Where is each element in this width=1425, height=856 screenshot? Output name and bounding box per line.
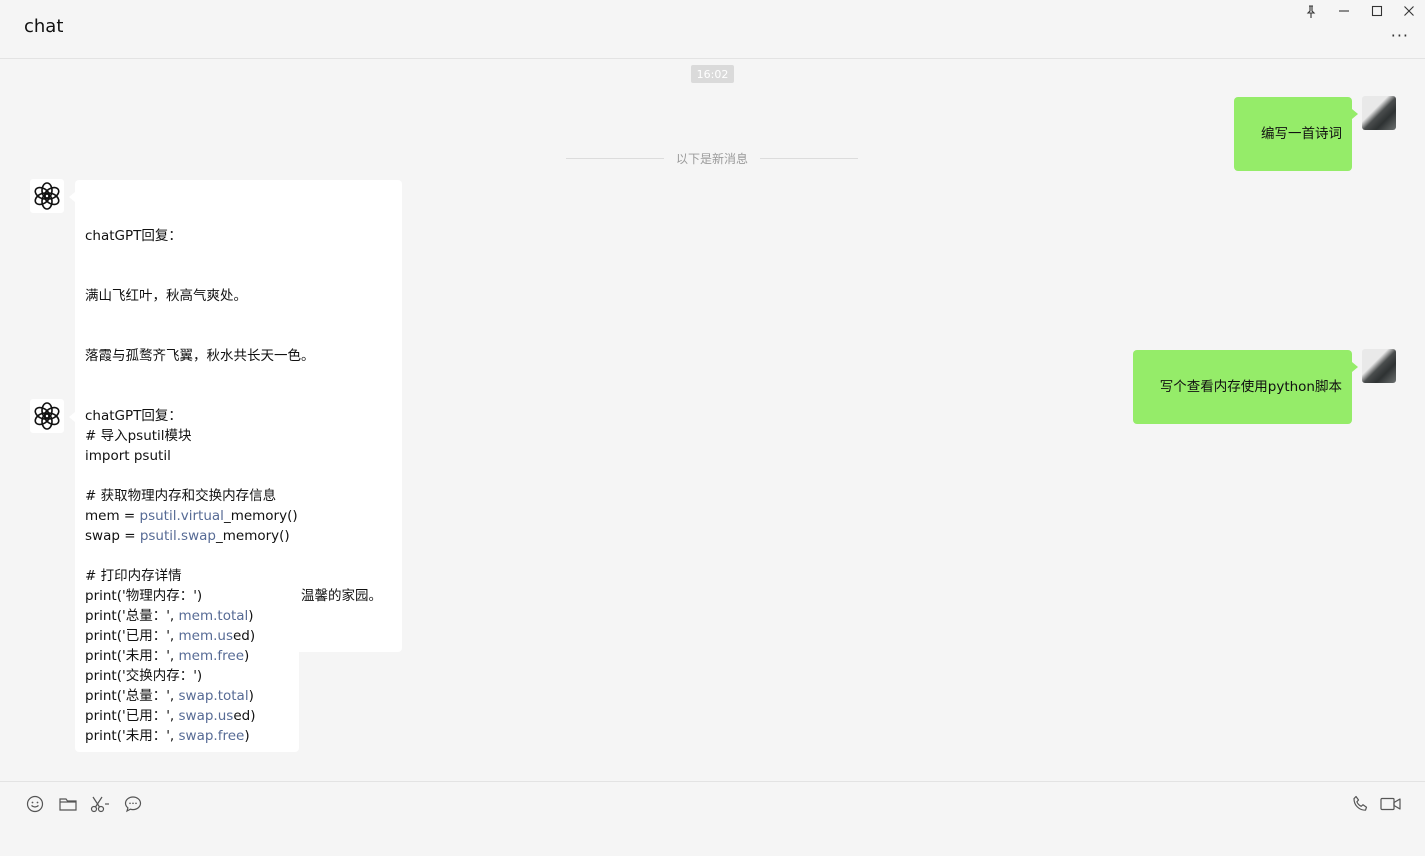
emoji-icon[interactable] (25, 794, 45, 814)
phone-icon[interactable] (1351, 794, 1371, 814)
timestamp-badge: 16:02 (691, 65, 734, 83)
code-link[interactable]: swap.us (179, 708, 234, 724)
code-line: swap = psutil.swap_memory() (85, 528, 290, 544)
chat-bubble-icon[interactable] (123, 794, 143, 814)
message-text: 写个查看内存使用python脚本 (1159, 379, 1342, 395)
code-link[interactable]: psutil.virtual (140, 508, 224, 524)
new-messages-divider: 以下是新消息 (566, 149, 858, 167)
code-link[interactable]: mem.free (179, 648, 245, 664)
code-line: chatGPT回复： (85, 408, 182, 424)
code-line: print('物理内存：') (85, 588, 203, 604)
code-line: # 获取物理内存和交换内存信息 (85, 488, 277, 504)
code-link[interactable]: mem.total (179, 608, 249, 624)
code-link[interactable]: mem.us (179, 628, 234, 644)
code-line: print('未用：', swap.free) (85, 728, 250, 744)
code-line: print('交换内存：') (85, 668, 203, 684)
scissors-icon[interactable] (90, 794, 110, 814)
user-avatar[interactable] (1362, 96, 1396, 130)
user-avatar[interactable] (1362, 349, 1396, 383)
video-icon[interactable] (1380, 794, 1402, 814)
my-message-bubble[interactable]: 写个查看内存使用python脚本 (1132, 350, 1359, 424)
message-list[interactable]: 16:02 编写一首诗词 以下是新消息 chatGPT回复： 满山飞红叶，秋高气… (0, 59, 1425, 781)
openai-logo-icon (34, 182, 60, 210)
maximize-icon[interactable] (1367, 2, 1387, 20)
code-line: # 导入psutil模块 (85, 428, 192, 444)
chat-title: chat (24, 16, 64, 37)
minimize-icon[interactable] (1334, 2, 1354, 20)
code-link[interactable]: swap.total (179, 688, 249, 704)
close-icon[interactable] (1399, 2, 1419, 20)
code-line: print('总量：', mem.total) (85, 608, 254, 624)
bot-message-bubble[interactable]: chatGPT回复： # 导入psutil模块 import psutil # 获取… (69, 400, 299, 752)
code-line: print('已用：', swap.used) (85, 708, 256, 724)
folder-icon[interactable] (58, 794, 78, 814)
message-text: 编写一首诗词 (1261, 126, 1342, 142)
code-line: print('未用：', mem.free) (85, 648, 250, 664)
code-line: mem = psutil.virtual_memory() (85, 508, 298, 524)
divider-line (760, 158, 858, 159)
my-message-bubble[interactable]: 编写一首诗词 (1233, 97, 1359, 171)
code-line: print('已用：', mem.used) (85, 628, 256, 644)
chatgpt-avatar[interactable] (30, 179, 64, 213)
code-line: # 打印内存详情 (85, 568, 182, 584)
chatgpt-avatar[interactable] (30, 399, 64, 433)
code-link[interactable]: psutil.swap (140, 528, 216, 544)
title-bar: chat ··· (0, 0, 1425, 59)
message-line: 落霞与孤鹜齐飞翼，秋水共长天一色。 (85, 348, 315, 364)
openai-logo-icon (34, 402, 60, 430)
code-line: print('总量：', swap.total) (85, 688, 254, 704)
input-toolbar (0, 781, 1425, 856)
pin-icon[interactable] (1301, 2, 1321, 20)
more-options-button[interactable]: ··· (1391, 26, 1409, 45)
message-line: chatGPT回复： (85, 228, 182, 244)
message-line: 满山飞红叶，秋高气爽处。 (85, 288, 247, 304)
code-line: import psutil (85, 448, 171, 464)
code-link[interactable]: swap.free (179, 728, 245, 744)
